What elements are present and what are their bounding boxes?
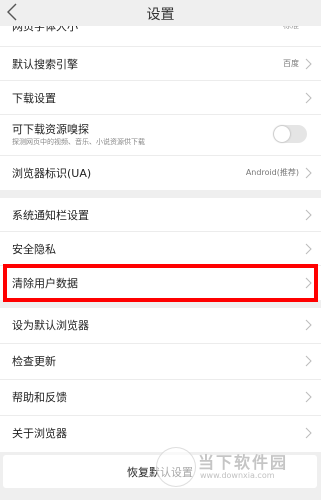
settings-row-check-update[interactable]: 检查更新 [0,344,321,380]
row-label: 检查更新 [12,355,56,368]
row-value: 百度 [283,59,299,68]
row-label: 帮助和反馈 [12,391,67,404]
highlight-box [3,264,318,302]
chevron-right-icon [305,427,312,439]
settings-row-default-browser[interactable]: 设为默认浏览器 [0,308,321,344]
page-title: 设置 [146,7,175,23]
row-label: 下载设置 [12,92,56,105]
chevron-right-icon [305,355,312,367]
watermark-text: 当下软件园 [198,453,289,472]
settings-row-search-engine[interactable]: 默认搜索引擎 百度 [0,47,321,81]
settings-row-notification[interactable]: 系统通知栏设置 [0,198,321,232]
row-description: 探测网页中的视频、音乐、小说资源供下载 [12,138,145,146]
row-label: 设为默认浏览器 [12,319,89,332]
row-label: 网页字体大小 [12,26,78,33]
row-label: 浏览器标识(UA) [12,167,92,180]
row-label: 关于浏览器 [12,427,67,440]
resource-sniff-toggle[interactable] [273,125,307,143]
toggle-knob [274,126,290,142]
settings-row-privacy[interactable]: 安全隐私 [0,232,321,266]
watermark: 当下软件园 www.downxia.com [156,447,321,487]
row-label: 安全隐私 [12,243,56,256]
settings-group-about: 设为默认浏览器 检查更新 帮助和反馈 关于浏览器 [0,308,321,452]
row-value: 标准 [283,26,299,31]
watermark-logo-icon [156,447,196,487]
chevron-right-icon [305,243,312,255]
chevron-right-icon [305,92,312,104]
chevron-right-icon [305,391,312,403]
chevron-right-icon [305,58,312,70]
chevron-right-icon [305,209,312,221]
row-label: 系统通知栏设置 [12,209,89,222]
header-bar: 设置 [0,0,321,26]
settings-row-font-size[interactable]: 网页字体大小 标准 [0,26,321,47]
settings-row-resource-sniff: 可下载资源嗅探 探测网页中的视频、音乐、小说资源供下载 [0,115,321,156]
row-value: Android(推荐) [245,168,299,177]
row-label: 可下载资源嗅探 [12,123,89,136]
settings-group-general: 网页字体大小 标准 默认搜索引擎 百度 下载设置 可下载资源嗅探 探测网页中的视… [0,26,321,190]
chevron-right-icon [305,319,312,331]
settings-row-help[interactable]: 帮助和反馈 [0,380,321,416]
row-label: 默认搜索引擎 [12,58,78,71]
settings-row-download[interactable]: 下载设置 [0,81,321,115]
settings-row-user-agent[interactable]: 浏览器标识(UA) Android(推荐) [0,156,321,190]
watermark-url: www.downxia.com [200,471,275,480]
chevron-right-icon [305,167,312,179]
